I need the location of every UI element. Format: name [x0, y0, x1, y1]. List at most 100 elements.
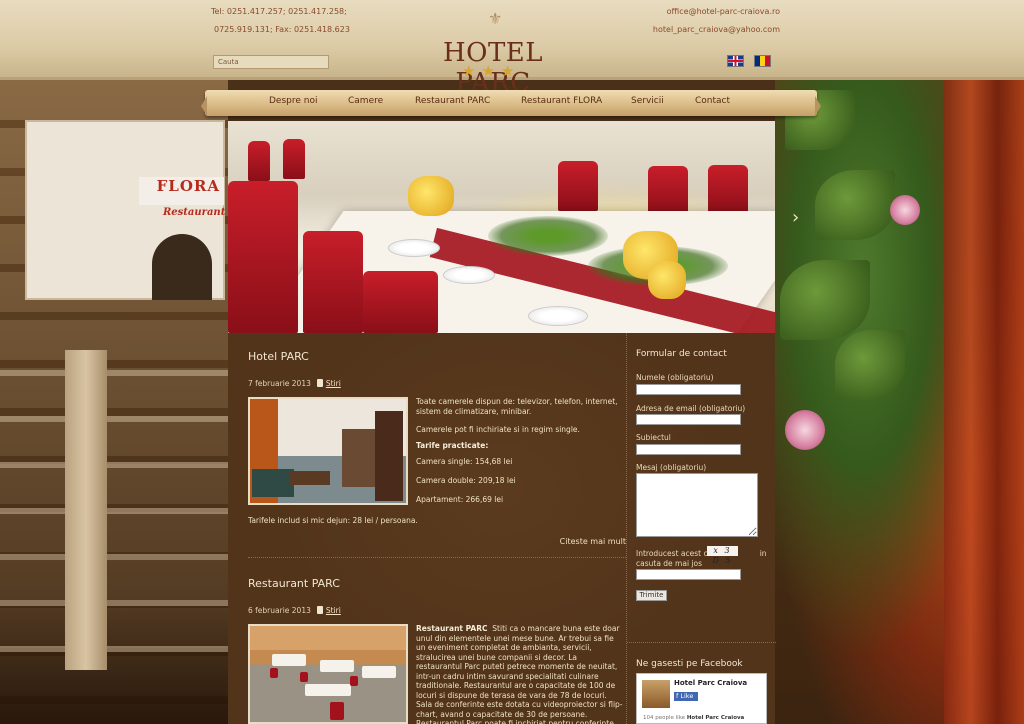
document-icon: [316, 379, 323, 387]
post-line: Camera double: 209,18 lei: [416, 476, 516, 485]
facebook-icon: f: [676, 692, 679, 700]
divider: [627, 642, 776, 643]
email-yahoo-link[interactable]: hotel_parc_craiova@yahoo.com: [653, 25, 780, 34]
entrance-door: [152, 234, 212, 300]
subject-input[interactable]: [636, 444, 741, 455]
post-footer-text: Tarifele includ si mic dejun: 28 lei / p…: [248, 516, 418, 525]
leaf: [835, 330, 905, 400]
background-hotel-photo: FLORA Restaurant: [0, 80, 228, 724]
fruit-basket: [648, 261, 686, 299]
tv-cabinet: [342, 429, 378, 487]
likes-text: people like: [655, 715, 686, 721]
table: [362, 666, 396, 678]
document-icon: [316, 606, 323, 614]
chair: [330, 702, 344, 720]
background-flowers-photo: [775, 80, 1024, 724]
email-office-link[interactable]: office@hotel-parc-craiova.ro: [667, 7, 780, 16]
name-input[interactable]: [636, 384, 741, 395]
nav-restaurant-parc[interactable]: Restaurant PARC: [415, 96, 490, 106]
nav-servicii[interactable]: Servicii: [631, 96, 664, 106]
facebook-page-name[interactable]: Hotel Parc Craiova: [674, 679, 747, 687]
search-input[interactable]: [213, 55, 329, 69]
slider-next-arrow-icon[interactable]: ›: [792, 207, 799, 228]
post-date: 6 februarie 2013: [248, 606, 311, 615]
captcha-image: x 3 D 5: [707, 546, 738, 565]
hero-slider[interactable]: [228, 121, 775, 333]
chair: [708, 165, 748, 215]
submit-button[interactable]: Trimite: [636, 590, 667, 601]
post-line: Apartament: 266,69 lei: [416, 495, 504, 504]
read-more-link[interactable]: Citeste mai mult: [560, 537, 626, 546]
likes-page: Hotel Parc Craiova: [686, 715, 745, 721]
flower: [785, 410, 825, 450]
name-label: Numele (obligatoriu): [636, 373, 714, 382]
post-line: Camerele pot fi inchiriate si in regim s…: [416, 425, 580, 434]
captcha-instructions: Introducest acest cod in: [636, 549, 767, 558]
chair: [248, 141, 270, 181]
post-line: Camera single: 154,68 lei: [416, 457, 513, 466]
posts-column: Hotel PARC 7 februarie 2013 Stiri Toate c…: [248, 333, 626, 724]
subject-label: Subiectul: [636, 433, 671, 442]
chair-foreground: [303, 231, 363, 333]
leaf: [815, 170, 895, 240]
chair: [648, 166, 688, 216]
post-line-heading: Tarife practicate:: [416, 441, 489, 450]
post-category-link[interactable]: Stiri: [326, 379, 341, 388]
nav-restaurant-flora[interactable]: Restaurant FLORA: [521, 96, 602, 106]
email-input[interactable]: [636, 414, 741, 425]
post-lead: Restaurant PARC: [416, 624, 488, 633]
post-title[interactable]: Restaurant PARC: [248, 577, 340, 590]
nav-camere[interactable]: Camere: [348, 96, 383, 106]
restaurant-building: FLORA Restaurant: [25, 120, 225, 300]
post-title[interactable]: Hotel PARC: [248, 350, 309, 363]
post-text: Restaurant PARC Stiti ca o mancare buna …: [416, 624, 624, 724]
table: [305, 684, 351, 696]
flower-arrangement: [488, 216, 608, 256]
chair: [270, 668, 278, 678]
post-date: 7 februarie 2013: [248, 379, 311, 388]
room-photo[interactable]: [248, 397, 408, 505]
fleur-de-lis-icon: ⚜: [488, 9, 503, 28]
post-text: Toate camerele dispun de: televizor, tel…: [416, 397, 626, 505]
flower: [890, 195, 920, 225]
like-label: Like: [680, 692, 694, 700]
phone-line-2: 0725.919.131; Fax: 0251.418.623: [214, 25, 350, 34]
captcha-suffix: in: [759, 549, 767, 558]
table: [320, 660, 354, 672]
restaurant-photo[interactable]: [248, 624, 408, 724]
nav-contact[interactable]: Contact: [695, 96, 730, 106]
site-header: Tel: 0251.417.257; 0251.417.258; 0725.91…: [0, 0, 1024, 98]
post-category-link[interactable]: Stiri: [326, 606, 341, 615]
facebook-likes-line: 104 people like Hotel Parc Craiova: [643, 715, 744, 721]
stars-rating: ★★★: [462, 62, 521, 80]
captcha-prefix: Introducest acest cod: [636, 549, 717, 558]
chair: [283, 139, 305, 179]
coffee-table: [290, 471, 330, 485]
chair-foreground: [228, 181, 298, 333]
message-textarea[interactable]: [636, 473, 758, 537]
slider-prev-arrow-icon[interactable]: ‹: [200, 207, 207, 228]
nav-despre-noi[interactable]: Despre noi: [269, 96, 317, 106]
post-meta: 7 februarie 2013 Stiri: [248, 379, 341, 388]
chair: [558, 161, 598, 211]
post-meta: 6 februarie 2013 Stiri: [248, 606, 341, 615]
romanian-flag-icon[interactable]: [754, 55, 771, 67]
captcha-line-2: casuta de mai jos: [636, 559, 703, 568]
contact-form-title: Formular de contact: [636, 349, 727, 359]
main-nav: Despre noi Camere Restaurant PARC Restau…: [201, 90, 821, 116]
flora-sign: FLORA: [139, 177, 224, 205]
english-flag-icon[interactable]: [727, 55, 744, 67]
plate: [388, 239, 440, 257]
facebook-page-avatar[interactable]: [642, 680, 670, 708]
email-label: Adresa de email (obligatoriu): [636, 404, 746, 413]
chair: [350, 676, 358, 686]
captcha-input[interactable]: [636, 569, 741, 580]
likes-count: 104: [643, 715, 654, 721]
hotel-tower: [65, 350, 107, 670]
post-body: Stiti ca o mancare buna este doar unul d…: [416, 624, 623, 724]
restaurant-sign: Restaurant: [163, 207, 226, 218]
plate: [528, 306, 588, 326]
facebook-like-button[interactable]: f Like: [674, 692, 698, 701]
fruit-basket: [408, 176, 454, 216]
sidebar: Formular de contact Numele (obligatoriu)…: [626, 333, 776, 724]
